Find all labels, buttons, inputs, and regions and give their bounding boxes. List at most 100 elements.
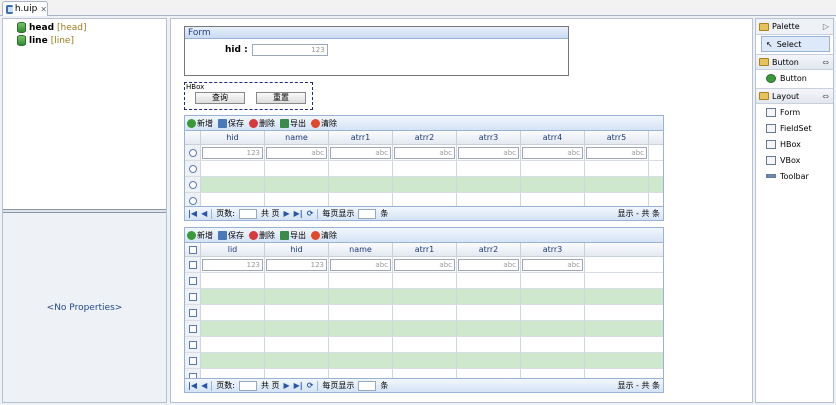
add-button[interactable]: 新增: [187, 230, 213, 241]
drawer-layout[interactable]: Layout ⇔: [756, 88, 833, 104]
form-component[interactable]: Form hid : 123: [184, 26, 569, 76]
column-header[interactable]: atrr4: [521, 131, 585, 144]
column-header[interactable]: hid: [201, 131, 265, 144]
row-checkbox[interactable]: [188, 324, 197, 333]
cell-input[interactable]: abc: [586, 147, 647, 159]
cell-input[interactable]: 123: [202, 147, 263, 159]
table-row[interactable]: [185, 321, 663, 337]
save-button[interactable]: 保存: [218, 118, 244, 129]
cell-input[interactable]: abc: [394, 147, 455, 159]
last-page-icon[interactable]: ▶|: [294, 381, 303, 390]
column-header[interactable]: atrr2: [457, 243, 521, 256]
table-row[interactable]: [185, 353, 663, 369]
table-row[interactable]: [185, 161, 663, 177]
column-header[interactable]: atrr3: [521, 243, 585, 256]
outline-item-line[interactable]: line [line]: [17, 34, 166, 47]
palette-item-hbox[interactable]: HBox: [756, 136, 833, 152]
column-header[interactable]: atrr1: [393, 243, 457, 256]
pin-icon[interactable]: ⇔: [822, 92, 829, 101]
save-button[interactable]: 保存: [218, 230, 244, 241]
column-header[interactable]: atrr2: [393, 131, 457, 144]
column-header[interactable]: atrr3: [457, 131, 521, 144]
palette-item-toolbar[interactable]: Toolbar: [756, 168, 833, 184]
table-row[interactable]: [185, 289, 663, 305]
row-checkbox[interactable]: [188, 340, 197, 349]
next-page-icon[interactable]: ▶: [283, 209, 289, 218]
select-all-header[interactable]: [185, 243, 201, 256]
cell-input[interactable]: abc: [266, 147, 327, 159]
delete-button[interactable]: 删除: [249, 230, 275, 241]
outline-item-head[interactable]: head [head]: [17, 21, 166, 34]
table-row[interactable]: 123 123 abc abc abc abc: [185, 257, 663, 273]
export-button[interactable]: 导出: [280, 118, 306, 129]
column-header[interactable]: atrr5: [585, 131, 649, 144]
delete-button[interactable]: 删除: [249, 118, 275, 129]
cell-input[interactable]: 123: [202, 259, 263, 271]
query-button[interactable]: 查询: [195, 92, 245, 104]
palette-header[interactable]: Palette ▷: [756, 19, 833, 35]
prev-page-icon[interactable]: ◀: [201, 209, 207, 218]
column-header[interactable]: name: [329, 243, 393, 256]
per-page-input[interactable]: [358, 380, 377, 391]
column-header[interactable]: name: [265, 131, 329, 144]
pin-icon[interactable]: ⇔: [822, 58, 829, 67]
refresh-icon[interactable]: ⟳: [307, 209, 314, 218]
next-page-icon[interactable]: ▶: [283, 381, 289, 390]
close-icon[interactable]: ✕: [40, 5, 47, 14]
clear-button[interactable]: 清除: [311, 230, 337, 241]
refresh-icon[interactable]: ⟳: [307, 381, 314, 390]
row-radio[interactable]: [188, 180, 197, 189]
editor-tab[interactable]: h.uip ✕: [2, 1, 48, 16]
cell-input[interactable]: 123: [266, 259, 327, 271]
row-checkbox[interactable]: [188, 292, 197, 301]
row-radio[interactable]: [188, 164, 197, 173]
add-button[interactable]: 新增: [187, 118, 213, 129]
export-button[interactable]: 导出: [280, 230, 306, 241]
page-input[interactable]: [238, 208, 257, 219]
column-header[interactable]: lid: [201, 243, 265, 256]
delete-icon: [249, 230, 258, 240]
hid-input[interactable]: 123: [251, 44, 328, 56]
row-checkbox[interactable]: [188, 260, 197, 269]
page-input[interactable]: [238, 380, 257, 391]
row-checkbox[interactable]: [188, 276, 197, 285]
table-row[interactable]: [185, 337, 663, 353]
per-page-input[interactable]: [358, 208, 377, 219]
grid-head[interactable]: 新增 保存 删除 导出 清除 hid name atrr1 atrr2 atrr…: [184, 115, 664, 221]
clear-button[interactable]: 清除: [311, 118, 337, 129]
first-page-icon[interactable]: |◀: [188, 381, 197, 390]
palette-select-tool[interactable]: ↖ Select: [761, 36, 830, 52]
cell-input[interactable]: abc: [458, 259, 519, 271]
cell-input[interactable]: abc: [522, 259, 583, 271]
cell-input[interactable]: abc: [394, 259, 455, 271]
hbox-component[interactable]: HBox 查询 重置: [184, 82, 313, 110]
cell-input[interactable]: abc: [330, 147, 391, 159]
palette-item-button[interactable]: Button: [756, 70, 833, 86]
table-row[interactable]: 123 abc abc abc abc abc abc: [185, 145, 663, 161]
table-row[interactable]: [185, 177, 663, 193]
select-all-checkbox[interactable]: [188, 245, 197, 254]
row-radio[interactable]: [188, 196, 197, 205]
grid-line[interactable]: 新增 保存 删除 导出 清除 lid hid name atrr1 atrr2 …: [184, 227, 664, 393]
first-page-icon[interactable]: |◀: [188, 209, 197, 218]
design-canvas[interactable]: Form hid : 123 HBox 查询 重置 新增 保存 删除 导出 清除…: [170, 18, 753, 403]
table-row[interactable]: [185, 305, 663, 321]
cell-input[interactable]: abc: [330, 259, 391, 271]
column-header[interactable]: atrr1: [329, 131, 393, 144]
table-row[interactable]: [185, 273, 663, 289]
expand-arrow-icon[interactable]: ▷: [823, 22, 829, 31]
last-page-icon[interactable]: ▶|: [294, 209, 303, 218]
column-header[interactable]: hid: [265, 243, 329, 256]
palette-item-form[interactable]: Form: [756, 104, 833, 120]
row-radio[interactable]: [188, 148, 197, 157]
row-checkbox[interactable]: [188, 308, 197, 317]
row-checkbox[interactable]: [188, 356, 197, 365]
palette-item-fieldset[interactable]: FieldSet: [756, 120, 833, 136]
palette-item-vbox[interactable]: VBox: [756, 152, 833, 168]
cell-input[interactable]: abc: [458, 147, 519, 159]
select-tool-label: Select: [776, 39, 802, 49]
reset-button[interactable]: 重置: [256, 92, 306, 104]
cell-input[interactable]: abc: [522, 147, 583, 159]
drawer-button[interactable]: Button ⇔: [756, 54, 833, 70]
prev-page-icon[interactable]: ◀: [201, 381, 207, 390]
